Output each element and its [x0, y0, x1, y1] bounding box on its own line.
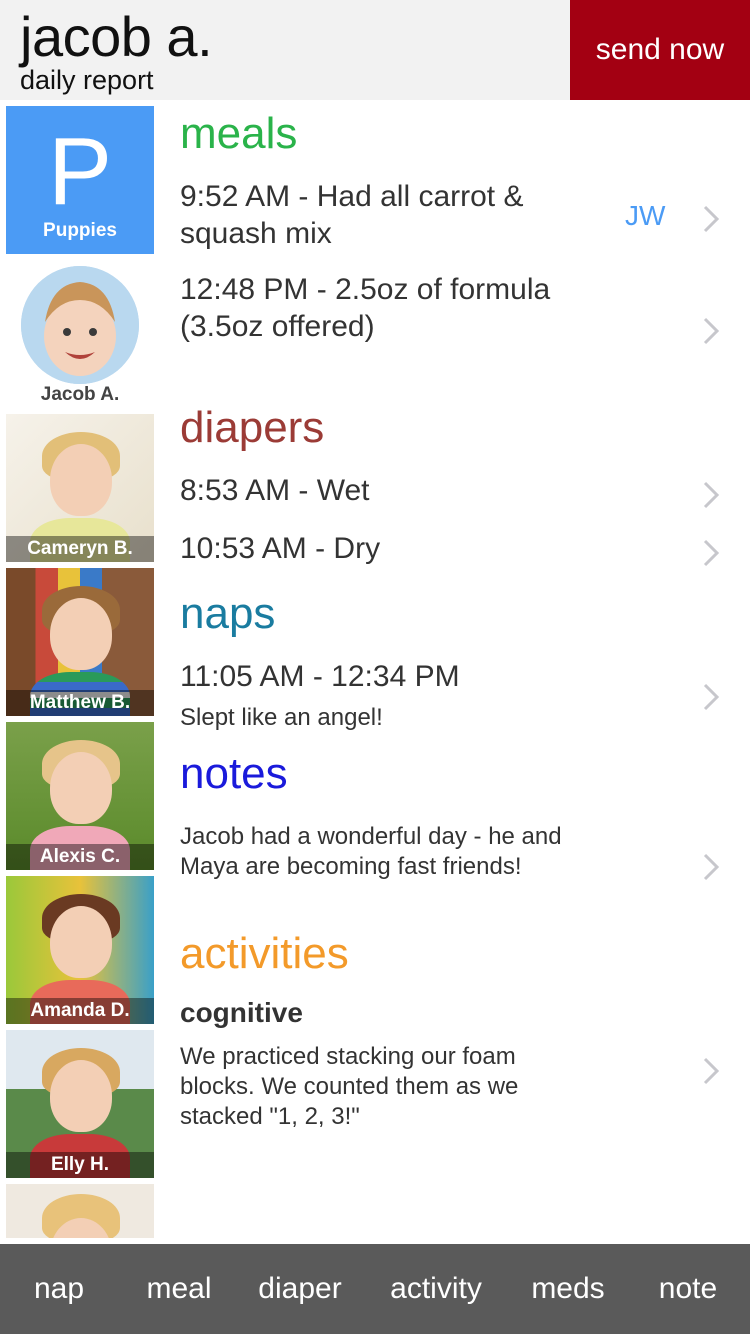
child-avatar: [21, 266, 139, 384]
room-tile[interactable]: P Puppies: [6, 106, 154, 254]
activities-heading: activities: [180, 929, 349, 978]
children-sidebar: P Puppies Jacob A. Cameryn B. Matthew B.…: [0, 100, 160, 1244]
activity-entry[interactable]: We practiced stacking our foam blocks. W…: [180, 1042, 560, 1132]
diaper-button[interactable]: diaper: [250, 1244, 350, 1334]
child-tile[interactable]: Elly H.: [6, 1030, 154, 1178]
staff-initials: JW: [625, 200, 666, 231]
chevron-right-icon[interactable]: [702, 480, 720, 510]
diapers-heading: diapers: [180, 403, 325, 452]
chevron-right-icon[interactable]: [702, 316, 720, 346]
nap-button[interactable]: nap: [14, 1244, 104, 1334]
chevron-right-icon[interactable]: [702, 1056, 720, 1086]
child-name-label: Matthew B.: [6, 690, 154, 716]
report-content: meals 9:52 AM - Had all carrot & squash …: [180, 100, 750, 1244]
meals-heading: meals: [180, 109, 298, 158]
child-tile[interactable]: Amanda D.: [6, 876, 154, 1024]
chevron-right-icon[interactable]: [702, 538, 720, 568]
nap-entry[interactable]: 11:05 AM - 12:34 PM: [180, 658, 620, 695]
quick-add-bar: nap meal diaper activity meds note: [0, 1244, 750, 1334]
child-tile[interactable]: [6, 1184, 154, 1238]
chevron-right-icon[interactable]: [702, 852, 720, 882]
child-name: jacob a.: [20, 5, 213, 68]
report-header: jacob a. daily report send now: [0, 0, 750, 100]
child-tile[interactable]: Cameryn B.: [6, 414, 154, 562]
activity-category: cognitive: [180, 997, 303, 1028]
notes-heading: notes: [180, 749, 288, 798]
room-label: Puppies: [43, 220, 117, 241]
nap-note: Slept like an angel!: [180, 704, 383, 731]
note-button[interactable]: note: [646, 1244, 730, 1334]
chevron-right-icon[interactable]: [702, 204, 720, 234]
child-tile[interactable]: Matthew B.: [6, 568, 154, 716]
room-letter: P: [47, 118, 113, 225]
report-subtitle: daily report: [20, 65, 154, 95]
chevron-right-icon[interactable]: [702, 682, 720, 712]
send-now-button[interactable]: send now: [570, 0, 750, 100]
child-photo: [6, 1184, 154, 1238]
child-tile[interactable]: Alexis C.: [6, 722, 154, 870]
diaper-entry[interactable]: 8:53 AM - Wet: [180, 472, 620, 509]
activity-button[interactable]: activity: [380, 1244, 492, 1334]
meds-button[interactable]: meds: [520, 1244, 616, 1334]
meal-entry[interactable]: 9:52 AM - Had all carrot & squash mix: [180, 178, 620, 252]
child-name-label: Elly H.: [6, 1152, 154, 1178]
meal-button[interactable]: meal: [134, 1244, 224, 1334]
child-name-label: Jacob A.: [40, 384, 120, 405]
child-name-label: Cameryn B.: [6, 536, 154, 562]
note-entry[interactable]: Jacob had a wonderful day - he and Maya …: [180, 822, 580, 882]
diaper-entry[interactable]: 10:53 AM - Dry: [180, 530, 620, 567]
child-name-label: Alexis C.: [6, 844, 154, 870]
meal-entry[interactable]: 12:48 PM - 2.5oz of formula (3.5oz offer…: [180, 271, 620, 345]
naps-heading: naps: [180, 589, 276, 638]
child-name-label: Amanda D.: [6, 998, 154, 1024]
child-tile-selected[interactable]: Jacob A.: [6, 260, 154, 408]
